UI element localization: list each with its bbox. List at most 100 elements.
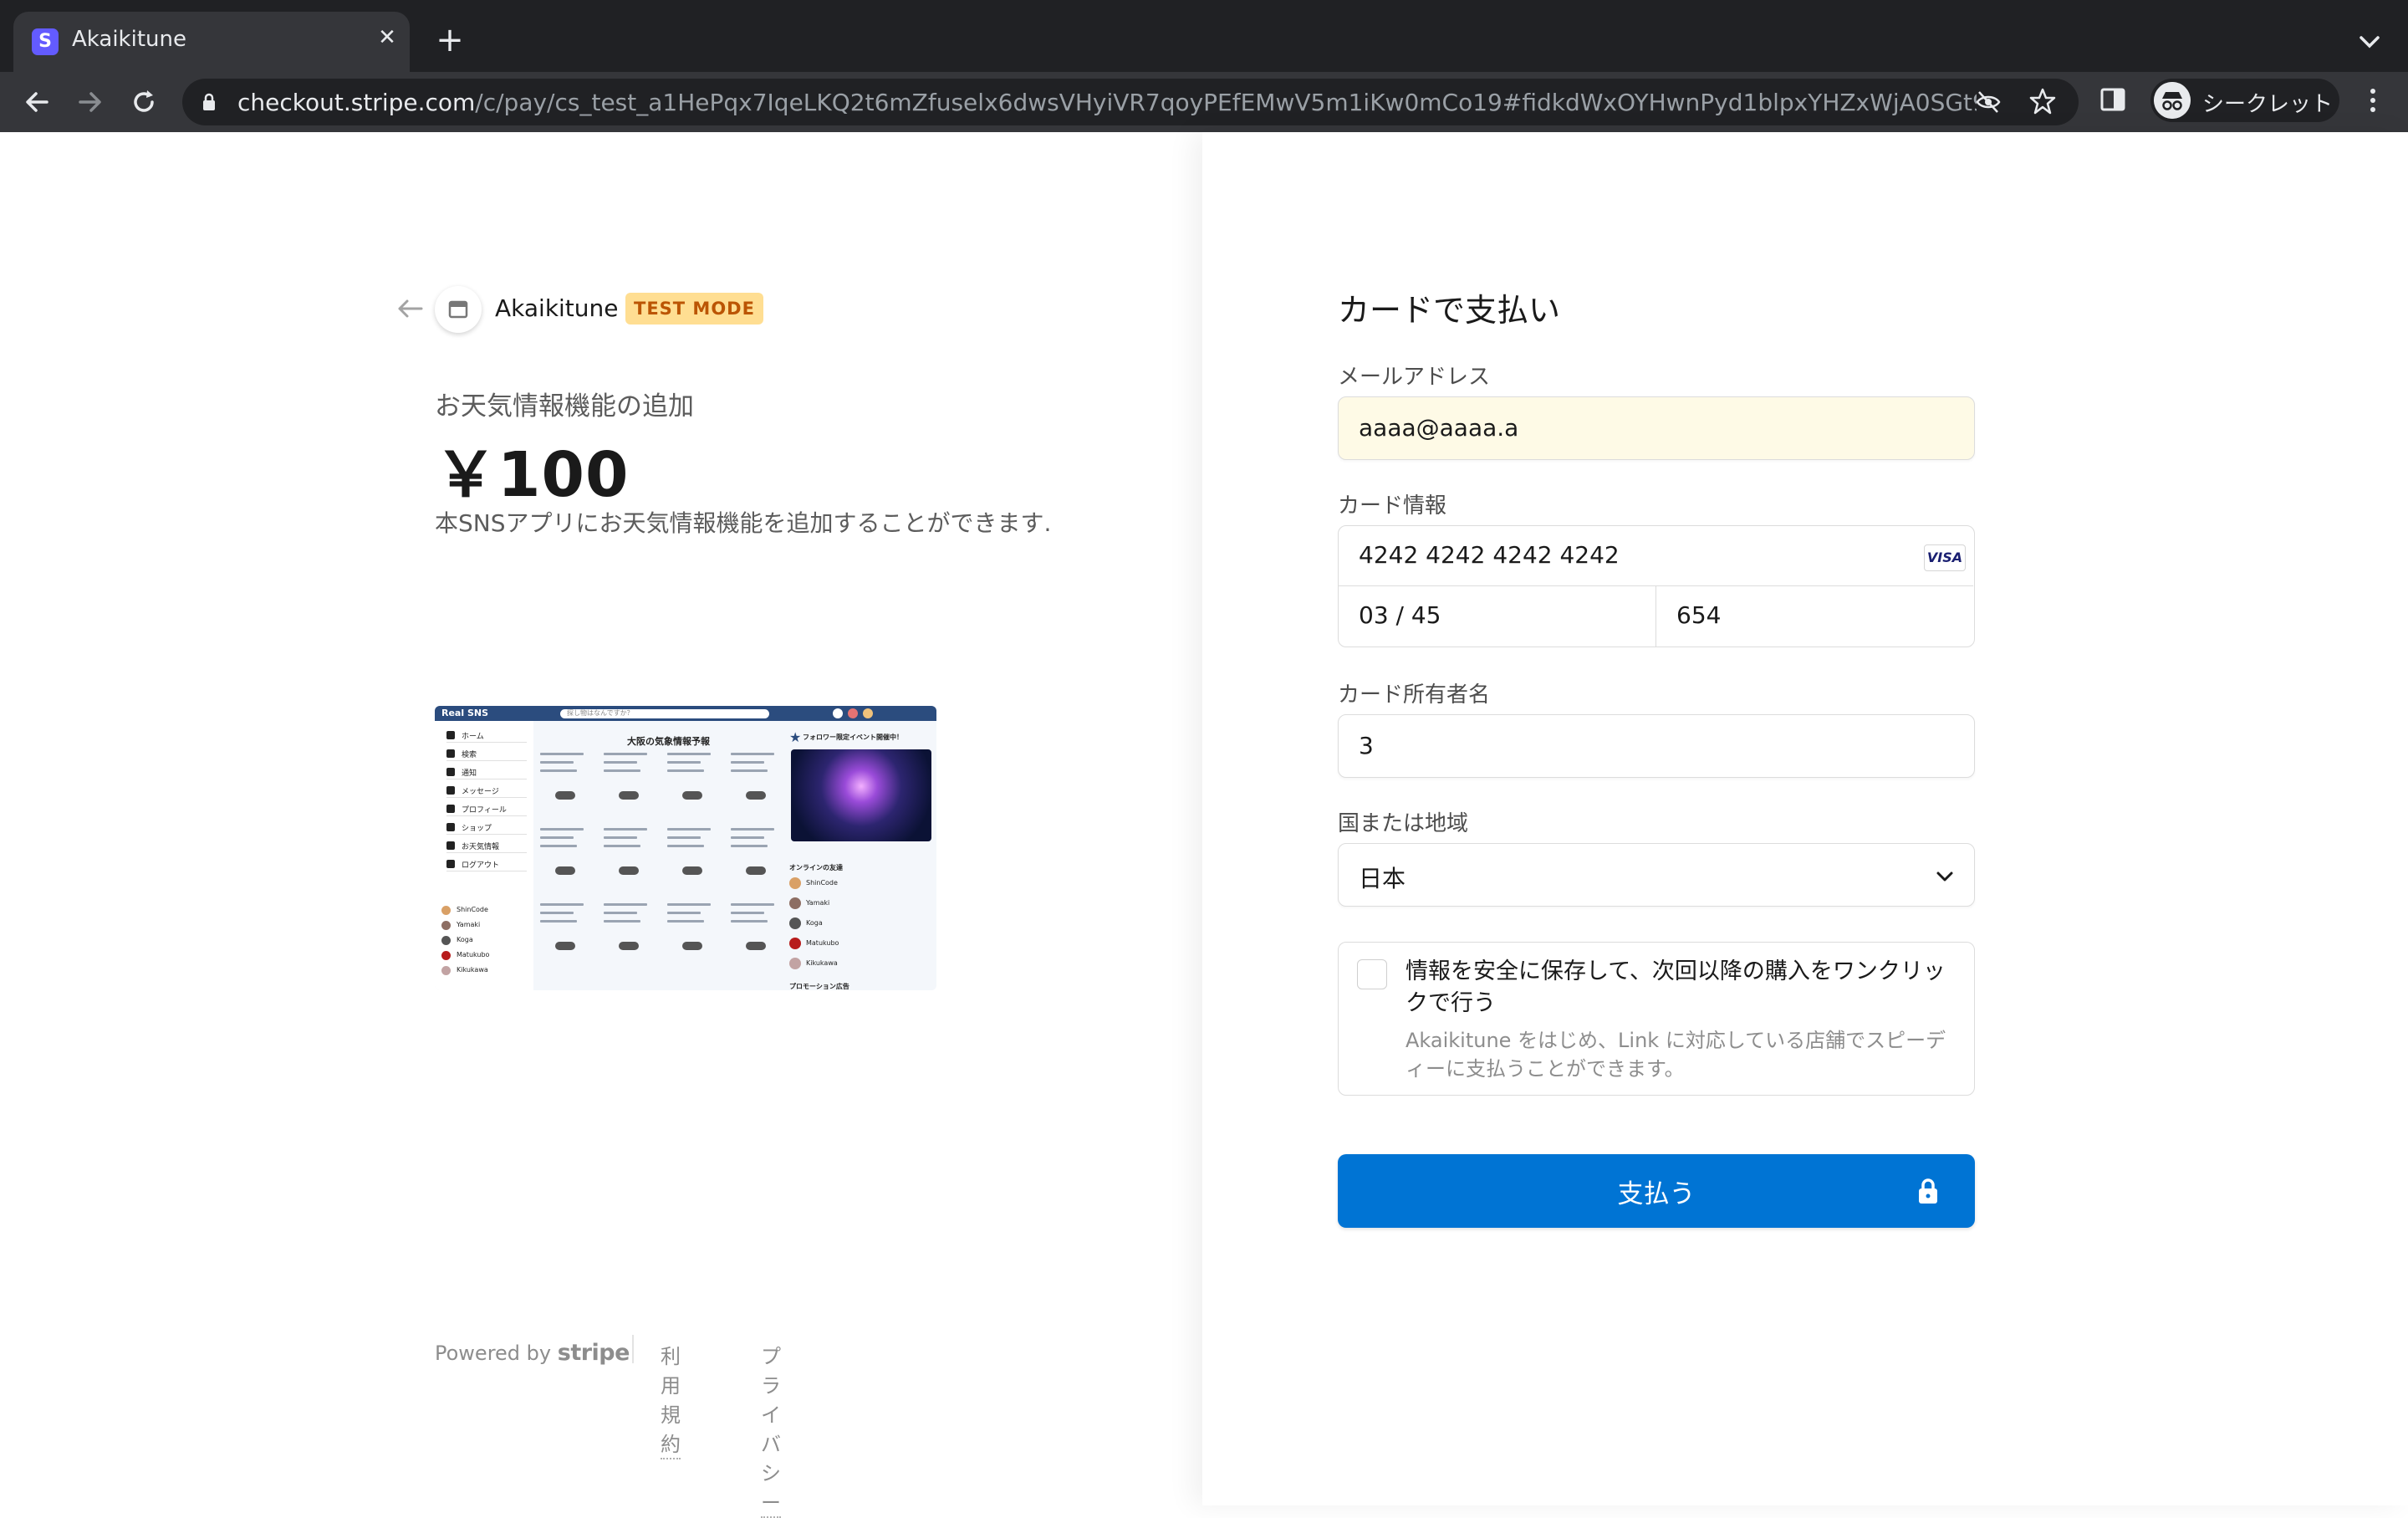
preview-cloud-icon [746,866,766,875]
visa-card-icon: VISA [1924,544,1966,571]
preview-online-title: オンラインの友達 [789,864,843,871]
side-panel-icon[interactable] [2100,87,2125,112]
preview-cloud-icon [746,791,766,800]
preview-friend-name: Koga [457,936,473,943]
preview-friend-name: Kikukawa [457,966,488,974]
preview-person-icon [446,805,455,813]
preview-sidebar: ホーム 検索 通知 メッセージ プロフィール ショップ お天気情報 ログアウト … [435,721,533,990]
save-info-checkbox[interactable] [1357,959,1387,989]
preview-cloud-icon [619,942,639,950]
tab-close-icon[interactable]: ✕ [373,23,401,52]
cardholder-label: カード所有者名 [1338,682,1491,708]
powered-by-stripe[interactable]: Powered by stripe [435,1340,630,1366]
preview-chat-icon [833,708,843,718]
address-bar[interactable]: checkout.stripe.com/c/pay/cs_test_a1HePq… [182,79,2079,125]
preview-weather-cell [667,900,721,967]
save-info-box: 情報を安全に保存して、次回以降の購入をワンクリックで行う Akaikitune … [1338,942,1975,1096]
preview-weather-cell [667,825,721,892]
lock-icon[interactable] [202,93,216,111]
incognito-icon [2154,82,2191,119]
preview-online-name: Kikukawa [806,959,838,967]
preview-weather-cell [540,825,594,892]
privacy-link[interactable]: プライバシー [761,1340,781,1518]
merchant-logo [435,286,482,333]
preview-search-bar: 探し物はなんですか？ [560,709,769,718]
email-field[interactable]: aaaa@aaaa.a [1338,396,1975,460]
preview-weather-cell [604,825,657,892]
preview-weather-cell [731,749,784,816]
preview-sun-icon [446,841,455,850]
preview-weather-cell [540,749,594,816]
back-arrow-icon[interactable] [395,296,425,321]
back-arrow-icon[interactable] [18,84,55,120]
preview-cloud-icon [555,942,575,950]
cardholder-field[interactable]: 3 [1338,714,1975,778]
browser-tab[interactable]: S Akaikitune ✕ [13,12,410,72]
footer-divider [632,1335,634,1363]
incognito-profile-button[interactable]: シークレット [2150,79,2339,122]
pay-button-label: 支払う [1617,1179,1696,1209]
preview-friend-name: Matukubo [457,951,490,958]
preview-cloud-icon [682,866,702,875]
forward-arrow-icon[interactable] [72,84,109,120]
preview-right-panel: ★ フォロワー限定イベント開催中！ オンラインの友達 ShinCode Yama… [786,721,936,990]
email-value: aaaa@aaaa.a [1359,414,1519,442]
preview-nav-item: ホーム [446,728,527,743]
preview-nav-item: 通知 [446,764,527,779]
preview-friend-avatar [441,906,451,915]
save-info-title[interactable]: 情報を安全に保存して、次回以降の購入をワンクリックで行う [1406,956,1957,1020]
browser-menu-icon[interactable] [2360,85,2386,115]
browser-toolbar: checkout.stripe.com/c/pay/cs_test_a1HePq… [0,72,2408,132]
new-tab-plus-icon[interactable]: + [431,22,468,59]
preview-weather-cell [731,900,784,967]
preview-online-name: Matukubo [806,939,839,947]
form-title: カードで支払い [1338,292,1561,329]
preview-online-avatar [789,917,801,929]
preview-online-name: ShinCode [806,879,838,887]
preview-nav-label: 検索 [462,751,477,759]
preview-nav-label: ホーム [462,733,484,741]
preview-nav-item: 検索 [446,746,527,761]
url-text[interactable]: checkout.stripe.com/c/pay/cs_test_a1HePq… [237,89,1977,116]
preview-nav-label: プロフィール [462,806,507,815]
incognito-label: シークレット [2202,92,2334,117]
preview-friend-avatar [441,936,451,945]
stripe-favicon-icon: S [32,28,59,55]
preview-home-icon [446,731,455,739]
card-info-label: カード情報 [1338,493,1447,519]
pay-button[interactable]: 支払う [1338,1154,1975,1228]
tab-list-chevron-icon[interactable] [2353,25,2386,59]
terms-link[interactable]: 利用規約 [661,1340,681,1459]
preview-nav-label: ショップ [462,825,492,833]
eye-off-icon[interactable] [1975,89,2002,115]
preview-weather-cell [731,825,784,892]
preview-online-name: Koga [806,919,823,927]
preview-bell-icon [446,768,455,776]
tab-title: Akaikitune [72,27,186,52]
preview-online-avatar [789,877,801,889]
country-select[interactable]: 日本 [1338,843,1975,907]
preview-cloud-icon [619,866,639,875]
bookmark-star-icon[interactable] [2028,87,2057,115]
preview-event-title: フォロワー限定イベント開催中！ [803,733,903,741]
preview-nav-item: お天気情報 [446,838,527,853]
country-label: 国または地域 [1338,811,1469,836]
preview-promo-title: プロモーション広告 [789,983,849,990]
preview-online-name: Yamaki [806,899,830,907]
preview-cloud-icon [746,942,766,950]
preview-nav-item: ショップ [446,820,527,835]
card-expiry-field[interactable]: 03 / 45 [1339,586,1656,647]
card-number-value: 4242 4242 4242 4242 [1359,541,1620,569]
preview-weather-cell [604,749,657,816]
payment-form: カードで支払い メールアドレス aaaa@aaaa.a カード情報 4242 4… [1202,132,2408,1505]
card-number-field[interactable]: 4242 4242 4242 4242 VISA [1339,526,1973,586]
preview-weather-title: 大阪の気象情報予報 [627,736,710,747]
email-label: メールアドレス [1338,365,1491,390]
order-summary: Akaikitune TEST MODE お天気情報機能の追加 ￥100 本SN… [0,132,1202,1518]
reload-icon[interactable] [125,84,162,120]
browser-tab-bar: S Akaikitune ✕ + [0,0,2408,72]
save-info-description: Akaikitune をはじめ、Link に対応している店舗でスピーディーに支払… [1406,1029,1946,1081]
preview-cloud-icon [682,942,702,950]
card-expiry-value: 03 / 45 [1359,601,1441,629]
card-cvc-field[interactable]: 654 [1656,586,1973,647]
